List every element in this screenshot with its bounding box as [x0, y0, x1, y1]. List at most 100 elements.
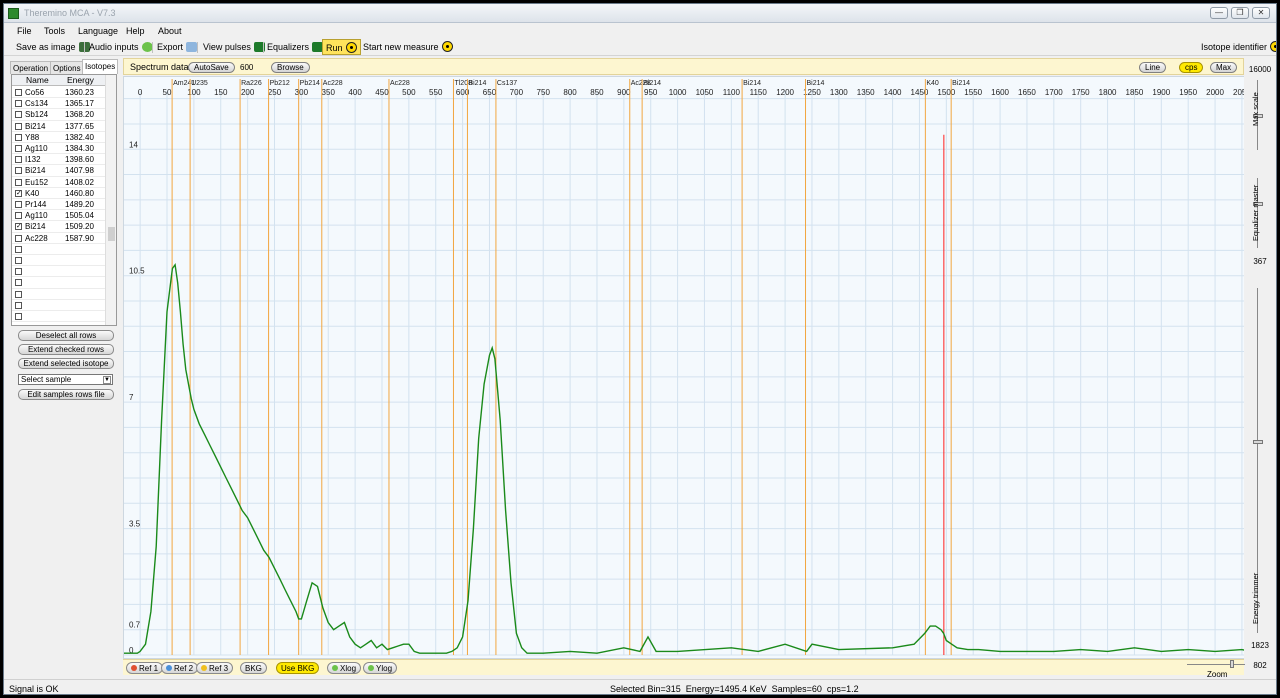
isotope-row[interactable]: Sb124 1368.20 — [12, 109, 106, 121]
isotope-row[interactable]: Ac228 1587.90 — [12, 233, 106, 244]
isotope-row-checkbox[interactable] — [15, 89, 22, 96]
ref1-dot — [131, 665, 137, 671]
isotope-row-checkbox[interactable]: ✓ — [15, 223, 22, 231]
close-button[interactable]: ✕ — [1252, 7, 1270, 19]
bkg-button[interactable]: BKG — [240, 662, 267, 674]
zoom-slider[interactable] — [1230, 660, 1234, 668]
isotope-row-energy: 1365.17 — [65, 99, 94, 109]
isotope-row[interactable]: Pr144 1489.20 — [12, 199, 106, 211]
arrow-down-icon — [141, 42, 153, 52]
xlog-button[interactable]: Xlog — [327, 662, 362, 674]
isotope-row[interactable] — [12, 289, 106, 300]
isotope-row[interactable]: Eu152 1408.02 — [12, 177, 106, 188]
isotope-row[interactable] — [12, 244, 106, 255]
restore-button[interactable]: ❐ — [1231, 7, 1249, 19]
ylog-button[interactable]: Ylog — [363, 662, 398, 674]
use-bkg-button[interactable]: Use BKG — [276, 662, 320, 674]
spectrum-chart[interactable]: 0 50 100 150 200 250 300 350 400 450 500 550 600 650 7… — [124, 77, 1250, 660]
tab-operation[interactable]: Operation — [10, 61, 52, 74]
save-image-button[interactable]: Save as image — [16, 39, 90, 55]
spectrum-plot[interactable]: 0 50 100 150 200 250 300 350 400 450 500 550 600 650 7… — [123, 76, 1250, 660]
isotope-row-checkbox[interactable] — [15, 111, 22, 119]
isotope-row-energy: 1360.23 — [65, 88, 94, 97]
isotope-row[interactable]: Cs134 1365.17 — [12, 98, 106, 110]
ref2-label: Ref 2 — [174, 664, 194, 673]
cps-button[interactable]: cps — [1179, 62, 1204, 73]
extend-checked-rows-button[interactable]: Extend checked rows — [18, 344, 114, 355]
autosave-button[interactable]: AutoSave — [188, 62, 235, 73]
isotope-row[interactable] — [12, 311, 106, 323]
line-button[interactable]: Line — [1139, 62, 1167, 73]
browse-button[interactable]: Browse — [271, 62, 310, 73]
ref3-button[interactable]: Ref 3 — [196, 662, 234, 674]
isotope-row[interactable] — [12, 255, 106, 267]
isotope-row-checkbox[interactable] — [15, 156, 22, 164]
menu-about[interactable]: About — [158, 26, 182, 36]
scrollbar-thumb[interactable] — [108, 227, 115, 241]
isotope-row[interactable]: Ag110 1384.30 — [12, 143, 106, 155]
isotope-row[interactable]: Co56 1360.23 — [12, 87, 106, 99]
x-tick-label: 0 — [138, 88, 143, 97]
isotope-row-checkbox[interactable] — [15, 178, 22, 186]
isotope-row-checkbox[interactable] — [15, 290, 22, 298]
isotope-row[interactable] — [12, 277, 106, 289]
x-tick-label: 300 — [295, 88, 309, 97]
view-pulses-button[interactable]: View pulses — [203, 39, 265, 55]
max-button[interactable]: Max — [1210, 62, 1238, 73]
isotope-identifier-button[interactable]: Isotope identifier — [1201, 39, 1276, 55]
menu-help[interactable]: Help — [126, 26, 145, 36]
isotope-row[interactable]: Ag110 1505.04 — [12, 210, 106, 222]
isotope-row[interactable]: I132 1398.60 — [12, 154, 106, 166]
isotope-row[interactable]: ✓ Bi214 1509.20 — [12, 221, 106, 233]
autosave-value[interactable]: 600 — [240, 63, 253, 72]
energy-trimmer-value: 1823 — [1251, 641, 1269, 650]
isotope-row[interactable] — [12, 266, 106, 278]
audio-inputs-button[interactable]: Audio inputs — [89, 39, 153, 55]
equalizers-button[interactable]: Equalizers — [267, 39, 324, 55]
isotope-row-checkbox[interactable] — [15, 100, 22, 108]
isotope-row-checkbox[interactable] — [15, 268, 22, 276]
isotope-row-checkbox[interactable] — [15, 313, 22, 320]
isotope-row-checkbox[interactable] — [15, 301, 22, 309]
isotope-row-checkbox[interactable] — [15, 201, 22, 208]
y-tick-label: 0.7 — [129, 621, 141, 630]
equalizer-master-label: Equalizer master — [1251, 184, 1260, 241]
isotope-row-checkbox[interactable] — [15, 234, 22, 242]
isotope-row[interactable]: Y88 1382.40 — [12, 132, 106, 143]
signal-status: Signal is OK — [9, 684, 59, 694]
isotope-row-checkbox[interactable] — [15, 245, 22, 253]
ref2-button[interactable]: Ref 2 — [161, 662, 199, 674]
menu-tools[interactable]: Tools — [44, 26, 65, 36]
menu-file[interactable]: File — [17, 26, 32, 36]
column-header-energy[interactable]: Energy — [67, 75, 94, 85]
isotope-marker-label: Bi214 — [743, 80, 761, 87]
energy-trimmer-slider[interactable] — [1253, 440, 1263, 444]
isotope-row-checkbox[interactable] — [15, 257, 22, 264]
menu-language[interactable]: Language — [78, 26, 118, 36]
start-new-measure-button[interactable]: Start new measure — [363, 39, 453, 55]
isotope-row-checkbox[interactable] — [15, 133, 22, 141]
isotope-row[interactable]: ✓ K40 1460.80 — [12, 188, 106, 199]
minimize-button[interactable]: — — [1210, 7, 1228, 19]
deselect-all-rows-button[interactable]: Deselect all rows — [18, 330, 114, 341]
extend-selected-isotope-button[interactable]: Extend selected isotope — [18, 358, 114, 369]
isotope-row[interactable]: Bi214 1377.65 — [12, 121, 106, 132]
isotope-row[interactable] — [12, 300, 106, 311]
column-header-name[interactable]: Name — [26, 75, 49, 85]
run-button[interactable]: Run — [322, 39, 361, 55]
tab-options[interactable]: Options — [50, 61, 84, 74]
tab-isotopes[interactable]: Isotopes — [82, 59, 119, 74]
isotope-row-checkbox[interactable] — [15, 212, 22, 220]
isotope-row[interactable]: Bi214 1407.98 — [12, 165, 106, 177]
isotope-row-checkbox[interactable] — [15, 122, 22, 130]
isotope-row-checkbox[interactable] — [15, 145, 22, 152]
isotope-row-checkbox[interactable] — [15, 167, 22, 175]
edit-samples-rows-file-button[interactable]: Edit samples rows file — [18, 389, 114, 400]
export-button[interactable]: Export — [157, 39, 198, 55]
ref1-button[interactable]: Ref 1 — [126, 662, 164, 674]
select-sample-dropdown[interactable]: Select sample ▼ — [18, 374, 113, 385]
isotope-table-scrollbar[interactable] — [105, 75, 116, 325]
x-tick-label: 900 — [617, 88, 631, 97]
isotope-row-checkbox[interactable] — [15, 279, 22, 287]
isotope-row-checkbox[interactable]: ✓ — [15, 189, 22, 197]
